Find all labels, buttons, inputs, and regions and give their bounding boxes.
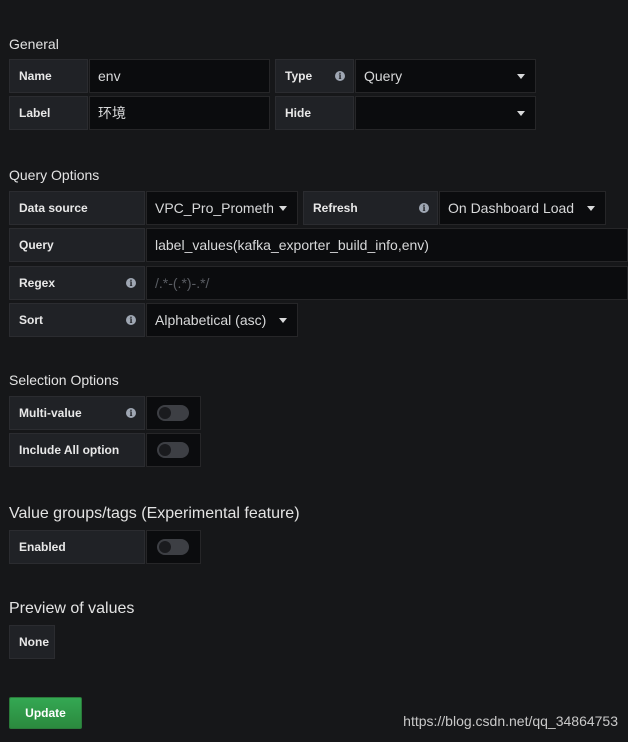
general-section-title: General [9, 36, 59, 52]
type-select-value: Query [364, 68, 403, 84]
include-all-label: Include All option [9, 433, 145, 467]
preview-section-title: Preview of values [9, 600, 135, 617]
type-label-text: Type [285, 69, 313, 83]
name-label-text: Name [19, 69, 52, 83]
label-label: Label [9, 96, 88, 130]
multi-value-toggle[interactable] [157, 405, 189, 421]
caret-down-icon [517, 111, 525, 116]
type-label: Type i [275, 59, 354, 93]
query-options-section-title: Query Options [9, 167, 100, 183]
info-icon[interactable]: i [126, 315, 136, 325]
include-all-switch-box [146, 433, 201, 467]
hide-select[interactable] [355, 96, 536, 130]
name-input-value: env [98, 68, 121, 84]
sort-select-value: Alphabetical (asc) [155, 312, 267, 328]
name-label: Name [9, 59, 88, 93]
query-input-value: label_values(kafka_exporter_build_info,e… [155, 237, 429, 253]
name-input[interactable]: env [89, 59, 270, 93]
label-input[interactable]: 环境 [89, 96, 270, 130]
refresh-select[interactable]: On Dashboard Load [439, 191, 606, 225]
preview-none-text: None [19, 635, 49, 649]
datasource-label: Data source [9, 191, 145, 225]
multi-value-label-text: Multi-value [19, 406, 82, 420]
caret-down-icon [279, 206, 287, 211]
multi-value-label: Multi-value i [9, 396, 145, 430]
regex-input-placeholder: /.*-(.*)-.*/ [155, 275, 210, 291]
sort-label-text: Sort [19, 313, 43, 327]
value-groups-section-title: Value groups/tags (Experimental feature) [9, 505, 300, 522]
info-icon[interactable]: i [126, 408, 136, 418]
multi-value-switch-box [146, 396, 201, 430]
include-all-toggle[interactable] [157, 442, 189, 458]
refresh-label: Refresh i [303, 191, 438, 225]
enabled-toggle[interactable] [157, 539, 189, 555]
type-select[interactable]: Query [355, 59, 536, 93]
datasource-label-text: Data source [19, 201, 88, 215]
watermark-text: https://blog.csdn.net/qq_34864753 [403, 713, 618, 729]
caret-down-icon [587, 206, 595, 211]
enabled-label-text: Enabled [19, 540, 66, 554]
preview-none-tag: None [9, 625, 55, 659]
sort-select[interactable]: Alphabetical (asc) [146, 303, 298, 337]
include-all-label-text: Include All option [19, 443, 120, 457]
enabled-switch-box [146, 530, 201, 564]
query-label-text: Query [19, 238, 54, 252]
sort-label: Sort i [9, 303, 145, 337]
refresh-select-value: On Dashboard Load [448, 200, 575, 216]
update-button[interactable]: Update [9, 697, 82, 729]
hide-label: Hide [275, 96, 354, 130]
caret-down-icon [517, 74, 525, 79]
enabled-label: Enabled [9, 530, 145, 564]
refresh-label-text: Refresh [313, 201, 358, 215]
label-input-value: 环境 [98, 105, 126, 121]
regex-label-text: Regex [19, 276, 56, 290]
hide-label-text: Hide [285, 106, 312, 120]
info-icon[interactable]: i [419, 203, 429, 213]
info-icon[interactable]: i [335, 71, 345, 81]
regex-input[interactable]: /.*-(.*)-.*/ [146, 266, 628, 300]
caret-down-icon [279, 318, 287, 323]
datasource-select[interactable]: VPC_Pro_Prometheus [146, 191, 298, 225]
datasource-select-value: VPC_Pro_Prometheus [155, 200, 273, 216]
regex-label: Regex i [9, 266, 145, 300]
query-input[interactable]: label_values(kafka_exporter_build_info,e… [146, 228, 628, 262]
label-label-text: Label [19, 106, 51, 120]
query-label: Query [9, 228, 145, 262]
info-icon[interactable]: i [126, 278, 136, 288]
selection-options-section-title: Selection Options [9, 372, 119, 388]
